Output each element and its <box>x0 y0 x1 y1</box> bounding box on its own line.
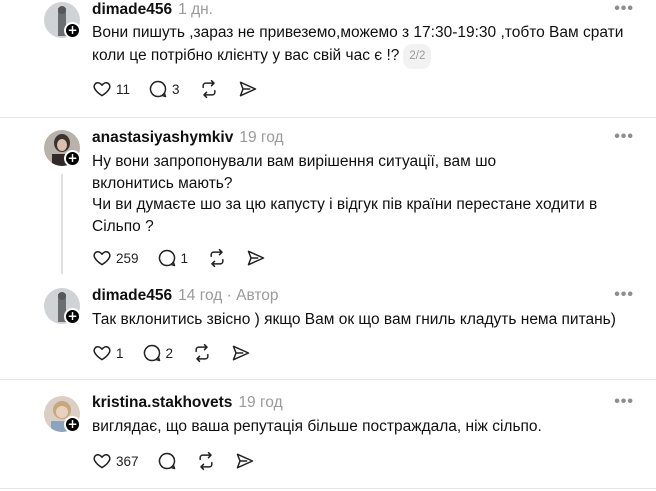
username[interactable]: anastasiyashymkiv <box>92 129 233 146</box>
username[interactable]: dimade456 <box>92 1 172 18</box>
like-button[interactable]: 1 <box>92 343 124 363</box>
post: + anastasiyashymkiv 19 год ••• Ну вони за… <box>0 118 656 283</box>
reply-button[interactable]: 3 <box>148 79 180 99</box>
text-line: Ну вони запропонували вам вирішення ситу… <box>92 153 497 170</box>
post-time: 1 дн. <box>178 1 213 18</box>
like-button[interactable]: 11 <box>92 79 130 99</box>
more-icon[interactable]: ••• <box>614 128 634 146</box>
username[interactable]: dimade456 <box>92 287 172 304</box>
post-header: dimade456 1 дн. <box>92 1 213 19</box>
repost-icon <box>210 248 224 268</box>
post-text: виглядає, що ваша репутація більше постр… <box>92 416 542 438</box>
like-button[interactable]: 367 <box>92 451 139 471</box>
post-text: Вони пишуть ,зараз не привеземо,можемо з… <box>92 22 623 69</box>
repost-icon <box>195 343 209 363</box>
heart-icon <box>93 251 111 266</box>
share-icon <box>247 250 265 266</box>
post-header: kristina.stakhovets 19 год <box>92 394 283 412</box>
repost-icon <box>198 451 213 471</box>
page-badge: 2/2 <box>403 43 432 69</box>
like-count: 259 <box>116 250 139 266</box>
comment-icon <box>143 344 160 362</box>
repost-button[interactable] <box>191 343 213 363</box>
like-count: 367 <box>116 453 139 469</box>
like-count: 1 <box>116 345 124 361</box>
action-bar: 259 1 <box>92 247 284 269</box>
action-bar: 1 2 <box>92 342 269 364</box>
post-text: Так вклонитись звісно ) якщо Вам ок що в… <box>92 309 616 331</box>
like-button[interactable]: 259 <box>92 248 139 268</box>
post-header: anastasiyashymkiv 19 год <box>92 129 284 147</box>
more-icon[interactable]: ••• <box>614 393 634 411</box>
text-line: Вони пишуть ,зараз не привеземо,можемо з… <box>92 24 624 41</box>
more-icon[interactable]: ••• <box>614 286 634 304</box>
post-time: 19 год <box>239 129 284 146</box>
reply-button[interactable] <box>157 451 177 471</box>
text-line: Чи ви думаєте шо за цю капусту і відгук … <box>92 196 598 213</box>
reply-button[interactable]: 2 <box>142 343 174 363</box>
username[interactable]: kristina.stakhovets <box>92 394 232 411</box>
divider <box>0 488 656 489</box>
share-icon <box>239 81 256 97</box>
repost-button[interactable] <box>206 248 228 268</box>
reply-button[interactable]: 1 <box>157 248 189 268</box>
share-icon <box>236 453 253 469</box>
text-line: Сільпо ? <box>92 217 154 235</box>
comment-icon <box>158 249 175 267</box>
post: + dimade456 14 год · Автор ••• Так вклони… <box>0 283 656 379</box>
thread-line <box>61 174 63 274</box>
post: + dimade456 1 дн. ••• Вони пишуть ,зараз … <box>0 0 656 118</box>
post: + kristina.stakhovets 19 год ••• виглядає… <box>0 380 656 491</box>
share-icon <box>232 345 250 361</box>
action-bar: 11 3 <box>92 78 276 100</box>
more-icon[interactable]: ••• <box>614 0 634 18</box>
heart-icon <box>93 346 111 361</box>
text-line: виглядає, що ваша репутація більше постр… <box>92 418 542 435</box>
share-button[interactable] <box>235 451 255 471</box>
reply-count: 1 <box>180 250 189 266</box>
share-button[interactable] <box>246 248 266 268</box>
action-bar: 367 <box>92 450 273 472</box>
repost-button[interactable] <box>198 79 220 99</box>
text-line: коли це потрібно клієнту у вас свій час … <box>92 43 623 69</box>
comment-icon <box>149 80 167 98</box>
comment-icon <box>158 452 175 470</box>
repost-icon <box>201 79 216 99</box>
like-count: 11 <box>116 81 131 97</box>
text-line: вклонитись мають? <box>92 174 233 192</box>
repost-button[interactable] <box>195 451 217 471</box>
post-time: 14 год <box>178 287 223 304</box>
author-label: · Автор <box>226 287 279 304</box>
reply-count: 3 <box>172 81 180 97</box>
share-button[interactable] <box>231 343 251 363</box>
heart-icon <box>93 454 111 469</box>
follow-plus-icon[interactable]: + <box>64 22 81 39</box>
post-header: dimade456 14 год · Автор <box>92 287 279 305</box>
reply-count: 2 <box>165 345 174 361</box>
share-button[interactable] <box>238 79 258 99</box>
heart-icon <box>93 82 111 97</box>
post-time: 19 год <box>238 394 283 411</box>
follow-plus-icon[interactable]: + <box>64 308 81 325</box>
follow-plus-icon[interactable]: + <box>64 416 81 433</box>
post-text: Ну вони запропонували вам вирішення ситу… <box>92 151 597 237</box>
follow-plus-icon[interactable]: + <box>64 150 81 167</box>
text-line: Так вклонитись звісно ) якщо Вам ок що в… <box>92 311 616 328</box>
